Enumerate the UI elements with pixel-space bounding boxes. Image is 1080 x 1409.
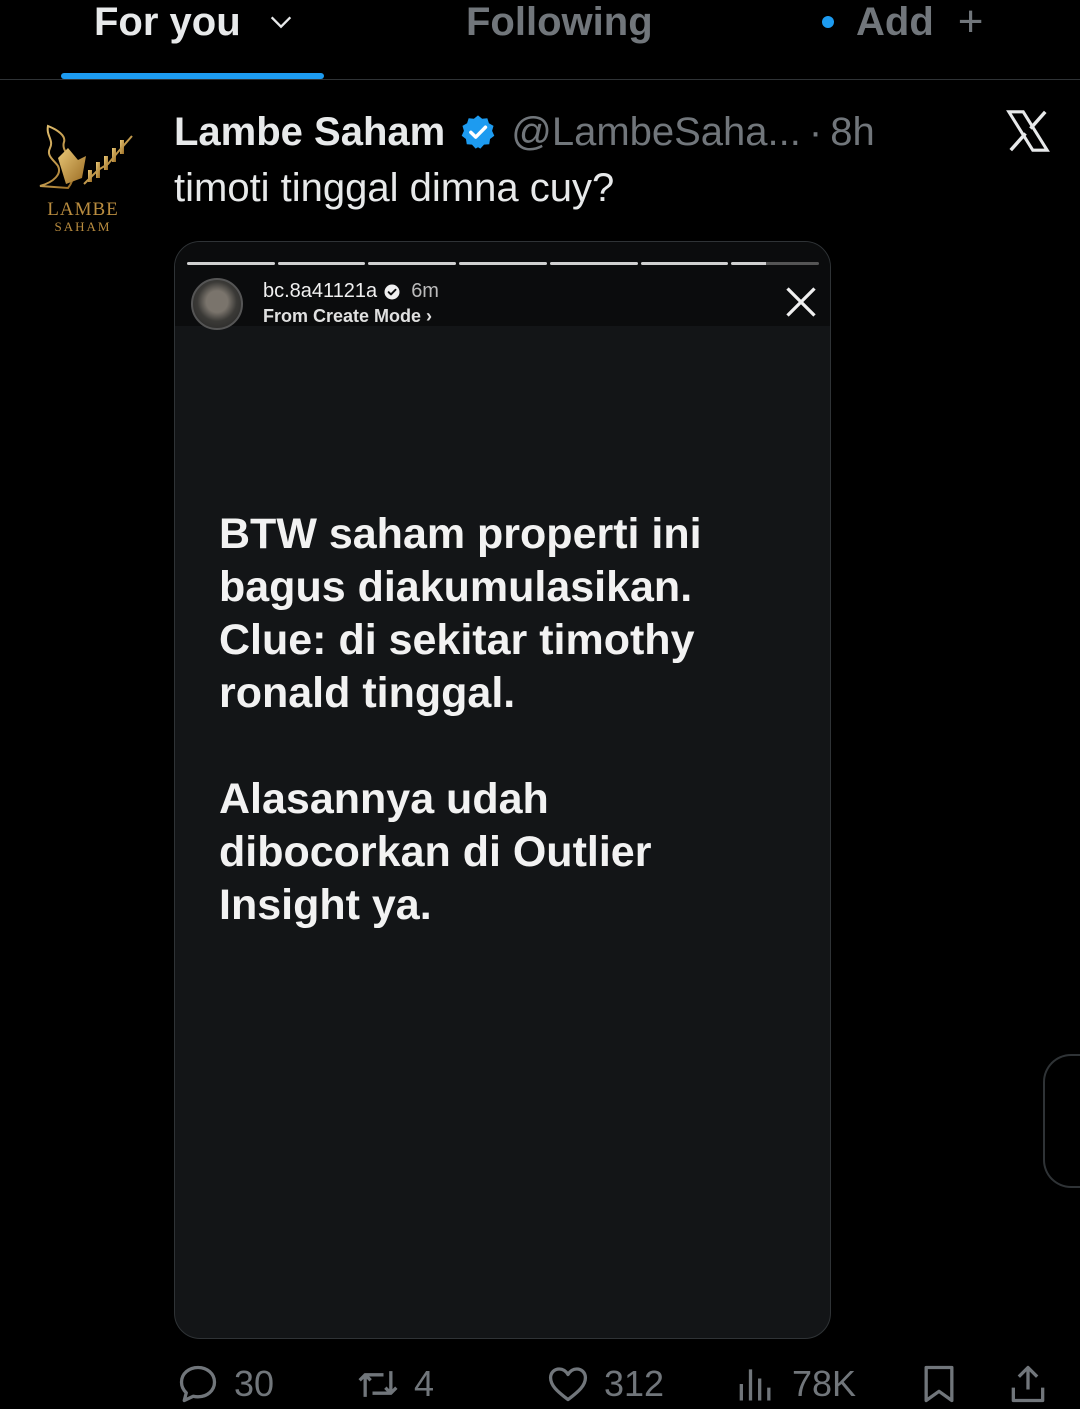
views-icon (739, 1369, 771, 1401)
bookmark-icon (924, 1365, 954, 1403)
share-button[interactable] (1006, 1356, 1050, 1409)
like-icon (548, 1367, 588, 1402)
verified-badge-icon (384, 284, 400, 299)
timeline-tabs: For you Following Add + (0, 0, 1080, 80)
active-tab-underline (61, 73, 324, 79)
tab-for-you-label: For you (94, 0, 241, 44)
author-name[interactable]: Lambe Saham (174, 110, 445, 155)
story-header: bc.8a41121a 6m From Create Mode › (175, 242, 830, 330)
view-count: 78K (792, 1363, 857, 1404)
lambe-saham-logo (39, 124, 133, 190)
separator-dot: · (808, 109, 823, 154)
new-indicator-dot (822, 16, 834, 28)
tab-following[interactable]: Following (466, 0, 653, 50)
reply-button[interactable]: 30 (176, 1356, 274, 1409)
post-text: timoti tinggal dimna cuy? (174, 166, 615, 210)
repost-button[interactable]: 4 (356, 1356, 434, 1409)
story-time: 6m (411, 280, 439, 302)
story-text: BTW saham properti ini bagus diakumulasi… (219, 510, 702, 929)
verified-badge-icon (461, 115, 495, 149)
bookmark-button[interactable] (917, 1356, 961, 1409)
tab-following-label: Following (466, 0, 653, 44)
like-count: 312 (604, 1363, 665, 1404)
avatar-logo-text-1: LAMBE (47, 199, 119, 220)
post-media[interactable]: bc.8a41121a 6m From Create Mode › BTW sa… (174, 241, 831, 1339)
x-logo-icon[interactable] (1004, 108, 1052, 154)
story-avatar (191, 278, 243, 330)
views-button[interactable]: 78K (734, 1356, 856, 1409)
post-time[interactable]: 8h (830, 110, 875, 155)
like-button[interactable]: 312 (546, 1356, 664, 1409)
share-icon (1011, 1365, 1045, 1403)
story-username: bc.8a41121a (263, 280, 378, 302)
tab-add[interactable]: Add + (822, 0, 983, 50)
avatar[interactable]: LAMBE SAHAM (28, 118, 138, 236)
tab-add-label: Add (856, 0, 934, 44)
story-progress-bar (187, 262, 820, 266)
avatar-logo-text-2: SAHAM (54, 219, 112, 234)
reply-icon (179, 1365, 217, 1403)
post-header: Lambe Saham @LambeSaha... · 8h (174, 108, 875, 156)
plus-icon: + (957, 0, 984, 46)
reply-count: 30 (234, 1363, 275, 1404)
chevron-down-icon (270, 16, 291, 29)
side-panel-handle[interactable] (1043, 1054, 1080, 1188)
story-subtitle: From Create Mode › (263, 306, 433, 326)
close-icon (786, 287, 816, 317)
author-handle[interactable]: @LambeSaha... (511, 110, 801, 155)
repost-icon (358, 1371, 398, 1397)
tab-for-you[interactable]: For you (94, 0, 295, 50)
repost-count: 4 (414, 1363, 435, 1404)
post-actions: 30 4 312 78K (0, 1356, 1080, 1409)
